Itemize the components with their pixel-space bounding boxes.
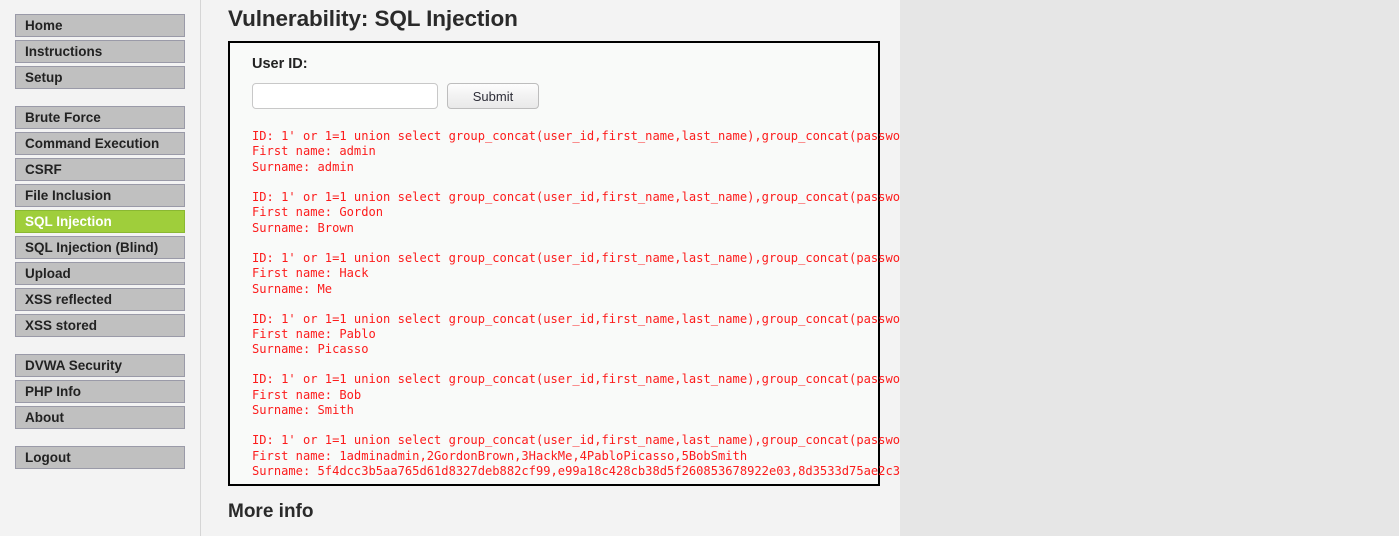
result-surname-line: Surname: Me — [252, 281, 333, 296]
sidebar-item-php-info[interactable]: PHP Info — [15, 380, 185, 403]
result-first-name-line: First name: Bob — [252, 387, 362, 402]
result-surname-line: Surname: 5f4dcc3b5aa765d61d8327deb882cf9… — [252, 464, 900, 479]
result-surname-line: Surname: Smith — [252, 403, 354, 418]
result-id-line: ID: 1' or 1=1 union select group_concat(… — [252, 311, 900, 326]
main-content: Vulnerability: SQL Injection User ID: Su… — [201, 0, 900, 536]
sidebar-item-command-execution[interactable]: Command Execution — [15, 132, 185, 155]
sidebar-item-xss-reflected[interactable]: XSS reflected — [15, 288, 185, 311]
sidebar-item-file-inclusion[interactable]: File Inclusion — [15, 184, 185, 207]
result-first-name-line: First name: Hack — [252, 266, 369, 281]
sidebar-group: Logout — [0, 446, 200, 469]
page-title: Vulnerability: SQL Injection — [228, 6, 518, 31]
sidebar-item-sql-injection-blind[interactable]: SQL Injection (Blind) — [15, 236, 185, 259]
sidebar-item-xss-stored[interactable]: XSS stored — [15, 314, 185, 337]
result-id-line: ID: 1' or 1=1 union select group_concat(… — [252, 250, 900, 265]
sidebar-item-instructions[interactable]: Instructions — [15, 40, 185, 63]
page-container: Home Instructions Setup Brute Force Command … — [0, 0, 900, 536]
user-id-input[interactable] — [252, 83, 438, 109]
sidebar-item-dvwa-security[interactable]: DVWA Security — [15, 354, 185, 377]
result-id-line: ID: 1' or 1=1 union select group_concat(… — [252, 129, 900, 143]
result-surname-line: Surname: Picasso — [252, 342, 369, 357]
user-id-form-row: Submit — [252, 83, 878, 109]
result-block: ID: 1' or 1=1 union select group_concat(… — [252, 312, 900, 358]
result-block: ID: 1' or 1=1 union select group_concat(… — [252, 251, 900, 297]
sidebar-item-csrf[interactable]: CSRF — [15, 158, 185, 181]
sidebar-group: Home Instructions Setup — [0, 14, 200, 89]
sidebar-item-setup[interactable]: Setup — [15, 66, 185, 89]
sidebar-item-logout[interactable]: Logout — [15, 446, 185, 469]
sidebar-item-brute-force[interactable]: Brute Force — [15, 106, 185, 129]
submit-button[interactable]: Submit — [447, 83, 539, 109]
more-info-heading: More info — [228, 501, 314, 522]
result-first-name-line: First name: admin — [252, 144, 376, 159]
result-surname-line: Surname: admin — [252, 159, 354, 174]
result-block: ID: 1' or 1=1 union select group_concat(… — [252, 129, 900, 175]
user-id-label: User ID: — [252, 56, 308, 72]
result-surname-line: Surname: Brown — [252, 220, 354, 235]
result-first-name-line: First name: Pablo — [252, 327, 376, 342]
result-id-line: ID: 1' or 1=1 union select group_concat(… — [252, 189, 900, 204]
sidebar-item-about[interactable]: About — [15, 406, 185, 429]
result-first-name-line: First name: Gordon — [252, 205, 384, 220]
sidebar-group: Brute Force Command Execution CSRF File Inc… — [0, 106, 200, 337]
sidebar-item-home[interactable]: Home — [15, 14, 185, 37]
sidebar: Home Instructions Setup Brute Force Command … — [0, 0, 201, 536]
result-block: ID: 1' or 1=1 union select group_concat(… — [252, 433, 900, 479]
result-first-name-line: First name: 1adminadmin,2GordonBrown,3Ha… — [252, 448, 748, 463]
sidebar-item-upload[interactable]: Upload — [15, 262, 185, 285]
result-id-line: ID: 1' or 1=1 union select group_concat(… — [252, 372, 900, 387]
sidebar-item-sql-injection[interactable]: SQL Injection — [15, 210, 185, 233]
result-id-line: ID: 1' or 1=1 union select group_concat(… — [252, 433, 900, 448]
sidebar-group: DVWA Security PHP Info About — [0, 354, 200, 429]
sql-injection-results: ID: 1' or 1=1 union select group_concat(… — [252, 129, 900, 494]
result-block: ID: 1' or 1=1 union select group_concat(… — [252, 190, 900, 236]
vulnerability-form-box: User ID: Submit ID: 1' or 1=1 union sele… — [228, 41, 900, 486]
result-block: ID: 1' or 1=1 union select group_concat(… — [252, 372, 900, 418]
